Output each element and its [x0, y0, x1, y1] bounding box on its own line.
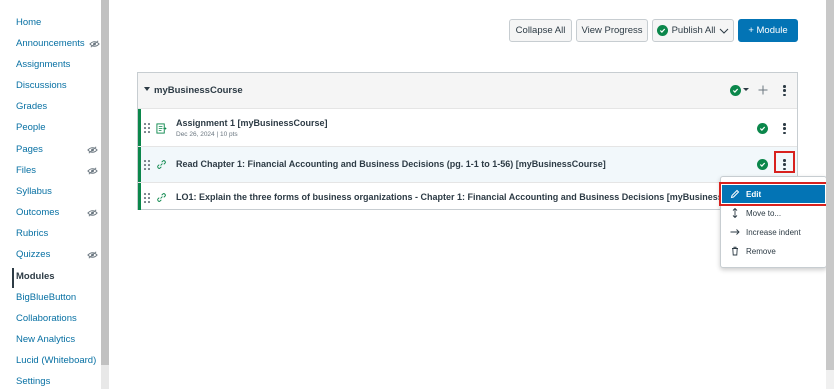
nav-label: Home	[16, 17, 42, 28]
nav-label: Discussions	[16, 80, 67, 91]
module-published-icon[interactable]	[730, 85, 741, 96]
item-title-link[interactable]: Read Chapter 1: Financial Accounting and…	[176, 159, 606, 169]
hidden-eye-icon	[87, 167, 98, 175]
nav-syllabus[interactable]: Syllabus	[16, 186, 52, 198]
sidebar-scrollbar-thumb[interactable]	[101, 0, 109, 365]
nav-collaborations[interactable]: Collaborations	[16, 313, 77, 325]
add-module-button[interactable]: + Module	[738, 19, 798, 42]
nav-label: Quizzes	[16, 249, 51, 260]
module-title: myBusinessCourse	[154, 85, 243, 96]
module-header[interactable]: myBusinessCourse	[138, 73, 797, 109]
menu-remove[interactable]: Remove	[722, 242, 825, 260]
drag-handle-icon[interactable]	[144, 123, 150, 133]
publish-all-button[interactable]: Publish All	[652, 19, 734, 42]
main-scrollbar-thumb[interactable]	[826, 0, 834, 370]
published-indicator-bar	[138, 183, 141, 210]
module-item[interactable]: Read Chapter 1: Financial Accounting and…	[138, 146, 797, 182]
link-icon	[157, 160, 166, 169]
nav-rubrics[interactable]: Rubrics	[16, 228, 48, 240]
published-indicator-bar	[138, 147, 141, 182]
trash-icon	[730, 246, 740, 256]
hidden-eye-icon	[87, 251, 98, 259]
nav-people[interactable]: People	[16, 122, 46, 134]
menu-label: Move to...	[746, 208, 782, 218]
menu-move-to[interactable]: Move to...	[722, 204, 825, 222]
nav-label: Pages	[16, 144, 43, 155]
nav-outcomes[interactable]: Outcomes	[16, 207, 98, 219]
link-icon	[157, 193, 166, 202]
nav-home[interactable]: Home	[16, 17, 41, 29]
nav-label: Grades	[16, 101, 48, 112]
nav-assignments[interactable]: Assignments	[16, 59, 70, 71]
nav-bigbluebutton[interactable]: BigBlueButton	[16, 292, 76, 304]
publish-dropdown-caret-icon[interactable]	[743, 88, 749, 91]
nav-label: Outcomes	[16, 207, 60, 218]
chevron-down-icon	[720, 28, 729, 34]
nav-label: Rubrics	[16, 228, 49, 239]
nav-label: Syllabus	[16, 186, 52, 197]
button-label: Publish All	[671, 25, 716, 36]
drag-handle-icon[interactable]	[144, 160, 150, 170]
nav-modules[interactable]: Modules	[16, 271, 55, 283]
module-item[interactable]: LO1: Explain the three forms of business…	[138, 182, 797, 210]
highlight-kebab-box	[774, 151, 795, 173]
nav-label: People	[16, 122, 46, 133]
nav-quizzes[interactable]: Quizzes	[16, 249, 98, 261]
nav-announcements[interactable]: Announcements	[16, 38, 100, 50]
published-check-icon	[656, 25, 668, 36]
item-published-icon[interactable]	[757, 159, 768, 170]
nav-label: Modules	[16, 271, 55, 282]
module-container: myBusinessCourse Assignment 1 [myBusines…	[137, 72, 798, 210]
nav-files[interactable]: Files	[16, 165, 98, 177]
nav-label: Assignments	[16, 59, 71, 70]
move-arrows-icon	[730, 208, 740, 218]
item-title-link[interactable]: Assignment 1 [myBusinessCourse]	[176, 118, 328, 128]
nav-pages[interactable]: Pages	[16, 144, 98, 156]
button-label: Collapse All	[515, 25, 566, 36]
nav-new-analytics[interactable]: New Analytics	[16, 334, 75, 346]
menu-increase-indent[interactable]: Increase indent	[722, 223, 825, 241]
nav-label: Files	[16, 165, 37, 176]
item-title-link[interactable]: LO1: Explain the three forms of business…	[176, 192, 757, 202]
nav-grades[interactable]: Grades	[16, 101, 47, 113]
item-meta: Dec 26, 2024 | 10 pts	[176, 131, 238, 138]
nav-label: New Analytics	[16, 334, 76, 345]
hidden-eye-icon	[87, 209, 98, 217]
collapse-caret-icon[interactable]	[144, 87, 150, 91]
nav-settings[interactable]: Settings	[16, 376, 50, 388]
module-options-kebab-icon[interactable]	[783, 85, 786, 96]
menu-label: Remove	[746, 246, 776, 256]
item-published-icon[interactable]	[757, 123, 768, 134]
highlight-edit-box	[719, 182, 828, 206]
active-nav-indicator	[12, 268, 14, 288]
published-indicator-bar	[138, 109, 141, 146]
menu-label: Increase indent	[746, 227, 801, 237]
indent-arrow-icon	[730, 227, 740, 237]
assignment-icon	[156, 123, 167, 134]
button-label: + Module	[748, 25, 788, 36]
course-navigation: Home Announcements Assignments Discussio…	[0, 0, 110, 389]
add-item-icon[interactable]	[758, 85, 768, 95]
collapse-all-button[interactable]: Collapse All	[509, 19, 572, 42]
nav-lucid[interactable]: Lucid (Whiteboard)	[16, 355, 96, 367]
item-options-kebab-icon[interactable]	[783, 123, 786, 134]
nav-label: Collaborations	[16, 313, 77, 324]
module-item[interactable]: Assignment 1 [myBusinessCourse] Dec 26, …	[138, 108, 797, 146]
button-label: View Progress	[581, 25, 643, 36]
hidden-eye-icon	[88, 40, 100, 48]
drag-handle-icon[interactable]	[144, 193, 150, 203]
view-progress-button[interactable]: View Progress	[576, 19, 648, 42]
hidden-eye-icon	[87, 146, 98, 154]
nav-label: Lucid (Whiteboard)	[16, 355, 97, 366]
nav-label: Settings	[16, 376, 51, 387]
nav-label: BigBlueButton	[16, 292, 77, 303]
nav-label: Announcements	[16, 38, 85, 49]
nav-discussions[interactable]: Discussions	[16, 80, 67, 92]
